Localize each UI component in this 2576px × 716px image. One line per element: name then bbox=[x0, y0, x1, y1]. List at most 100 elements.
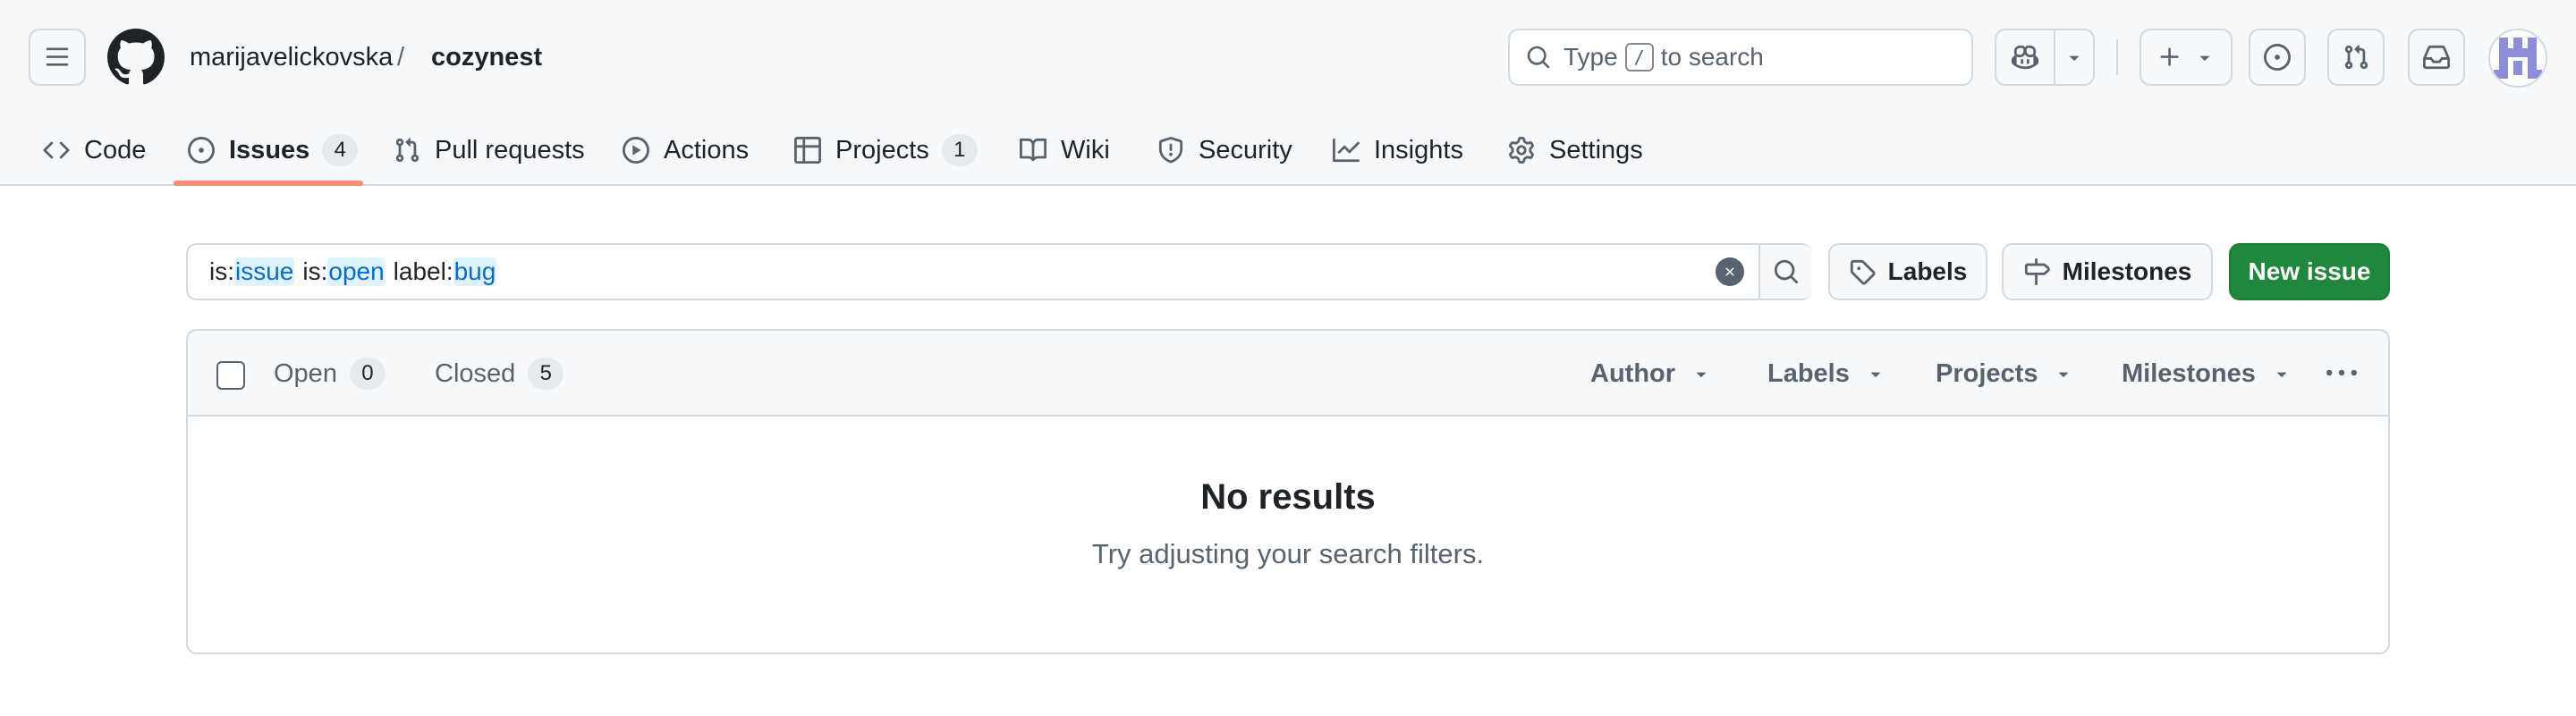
milestones-button[interactable]: Milestones bbox=[2002, 243, 2213, 300]
tag-icon bbox=[1850, 259, 1876, 285]
tab-settings[interactable]: Settings bbox=[1508, 114, 1643, 186]
create-new-button[interactable] bbox=[2140, 29, 2233, 86]
breadcrumb-repo[interactable]: cozynest bbox=[431, 39, 542, 75]
select-all-checkbox[interactable] bbox=[216, 361, 245, 390]
labels-button-label: Labels bbox=[1887, 257, 1968, 285]
issue-opened-icon bbox=[2264, 44, 2291, 71]
your-issues-button[interactable] bbox=[2249, 29, 2306, 86]
issue-opened-icon bbox=[188, 137, 215, 164]
more-options-button[interactable] bbox=[2320, 356, 2363, 392]
closed-counter: 5 bbox=[528, 358, 564, 390]
copilot-button-group bbox=[1995, 29, 2095, 86]
author-filter-dropdown[interactable]: Author bbox=[1590, 356, 1711, 392]
tab-issues[interactable]: Issues 4 bbox=[188, 114, 359, 186]
new-issue-button[interactable]: New issue bbox=[2229, 243, 2390, 300]
tab-projects-label: Projects bbox=[835, 135, 929, 164]
query-key: is: bbox=[302, 257, 328, 285]
git-pull-request-icon bbox=[2344, 45, 2368, 70]
triangle-down-icon bbox=[2199, 55, 2210, 61]
graph-icon bbox=[1333, 138, 1360, 163]
breadcrumb-owner[interactable]: marijavelickovska bbox=[190, 39, 393, 75]
notifications-button[interactable] bbox=[2408, 29, 2465, 86]
search-shortcut-key: / bbox=[1624, 43, 1654, 72]
labels-filter-dropdown[interactable]: Labels bbox=[1767, 356, 1885, 392]
selected-tab-underline bbox=[174, 181, 363, 186]
milestones-button-label: Milestones bbox=[2062, 257, 2192, 285]
code-icon bbox=[43, 141, 70, 159]
query-key: label: bbox=[393, 257, 453, 285]
query-key: is: bbox=[209, 257, 234, 285]
hamburger-icon bbox=[46, 47, 69, 66]
issues-counter: 4 bbox=[322, 134, 359, 166]
tab-issues-label: Issues bbox=[229, 135, 310, 164]
query-value: issue bbox=[234, 257, 295, 286]
clear-filter-button[interactable] bbox=[1716, 257, 1744, 286]
avatar[interactable] bbox=[2488, 29, 2547, 88]
tab-wiki-label: Wiki bbox=[1061, 135, 1110, 164]
top-bar: marijavelickovska / cozynest Type / to s… bbox=[0, 0, 2576, 114]
triangle-down-icon bbox=[2069, 55, 2080, 61]
search-icon bbox=[1527, 46, 1550, 69]
global-search-input[interactable]: Type / to search bbox=[1508, 29, 1973, 86]
open-label: Open bbox=[274, 358, 337, 388]
x-icon bbox=[1725, 267, 1734, 276]
inbox-icon bbox=[2423, 45, 2450, 70]
tab-settings-label: Settings bbox=[1549, 135, 1643, 164]
tab-insights[interactable]: Insights bbox=[1333, 114, 1463, 186]
tab-code-label: Code bbox=[84, 135, 147, 164]
triangle-down-icon bbox=[1870, 372, 1880, 377]
tab-insights-label: Insights bbox=[1374, 135, 1463, 164]
breadcrumb-separator: / bbox=[397, 43, 405, 72]
projects-filter-label: Projects bbox=[1936, 358, 2038, 388]
closed-issues-toggle[interactable]: Closed 5 bbox=[435, 356, 564, 392]
issues-list-header: Open 0 Closed 5 Author Labels Projects M… bbox=[188, 331, 2388, 417]
table-icon bbox=[794, 137, 821, 164]
copilot-icon bbox=[2012, 45, 2038, 70]
tab-pull-requests[interactable]: Pull requests bbox=[394, 114, 585, 186]
header-divider bbox=[2116, 39, 2118, 75]
search-placeholder-prefix: Type bbox=[1563, 43, 1618, 71]
filter-search-button[interactable] bbox=[1758, 245, 1812, 299]
open-counter: 0 bbox=[349, 358, 386, 390]
query-value: open bbox=[327, 257, 386, 286]
tab-actions-label: Actions bbox=[664, 135, 750, 164]
open-global-nav-button[interactable] bbox=[29, 29, 86, 86]
empty-state-subtitle: Try adjusting your search filters. bbox=[1091, 538, 1485, 569]
milestones-filter-dropdown[interactable]: Milestones bbox=[2122, 356, 2292, 392]
tab-code[interactable]: Code bbox=[43, 114, 146, 186]
book-icon bbox=[1020, 138, 1046, 162]
author-filter-label: Author bbox=[1590, 358, 1676, 388]
projects-counter: 1 bbox=[941, 134, 978, 166]
plus-icon bbox=[2160, 47, 2179, 66]
your-pull-requests-button[interactable] bbox=[2327, 29, 2385, 86]
search-placeholder: Type / to search bbox=[1563, 43, 1764, 72]
gear-icon bbox=[1509, 137, 1534, 164]
github-logo[interactable] bbox=[106, 29, 165, 86]
query-value: bug bbox=[453, 257, 497, 286]
labels-button[interactable]: Labels bbox=[1828, 243, 1987, 300]
tab-pull-requests-label: Pull requests bbox=[435, 135, 585, 164]
open-issues-toggle[interactable]: Open 0 bbox=[274, 356, 386, 392]
shield-icon bbox=[1158, 137, 1183, 164]
tab-wiki[interactable]: Wiki bbox=[1020, 114, 1110, 186]
app-header: marijavelickovska / cozynest Type / to s… bbox=[0, 0, 2576, 186]
copilot-button[interactable] bbox=[1996, 30, 2055, 84]
search-icon bbox=[1774, 259, 1799, 284]
tab-projects[interactable]: Projects 1 bbox=[794, 114, 978, 186]
closed-label: Closed bbox=[435, 358, 516, 388]
git-pull-request-icon bbox=[395, 138, 419, 163]
triangle-down-icon bbox=[1697, 372, 1707, 377]
labels-filter-label: Labels bbox=[1767, 358, 1850, 388]
milestone-icon bbox=[2024, 258, 2050, 285]
issues-filter-input[interactable]: is: issue is: open label: bug bbox=[188, 245, 1760, 299]
empty-state-title: No results bbox=[1200, 477, 1376, 517]
repo-nav: Code Issues 4 Pull requests Actions Proj… bbox=[0, 114, 2576, 186]
tab-security[interactable]: Security bbox=[1157, 114, 1292, 186]
tab-actions[interactable]: Actions bbox=[623, 114, 749, 186]
projects-filter-dropdown[interactable]: Projects bbox=[1936, 356, 2073, 392]
triangle-down-icon bbox=[2059, 372, 2069, 377]
search-placeholder-suffix: to search bbox=[1660, 43, 1764, 71]
issues-filter-bar: is: issue is: open label: bug bbox=[186, 243, 1812, 300]
kebab-horizontal-icon bbox=[2326, 369, 2357, 376]
copilot-menu-button[interactable] bbox=[2055, 30, 2093, 84]
